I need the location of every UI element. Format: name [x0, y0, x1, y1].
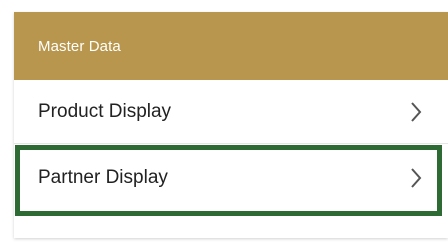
- panel-title: Master Data: [38, 37, 121, 55]
- list-item-partner-display[interactable]: Partner Display: [14, 146, 448, 210]
- chevron-right-icon: [411, 168, 422, 188]
- list-item-product-display[interactable]: Product Display: [14, 80, 448, 144]
- panel-header: Master Data: [14, 12, 448, 80]
- master-data-panel: Master Data Product Display Partner Disp…: [14, 12, 448, 238]
- product-display-label: Product Display: [38, 100, 172, 122]
- chevron-right-icon: [411, 101, 422, 122]
- partner-display-label: Partner Display: [38, 167, 168, 188]
- screen: Master Data Product Display Partner Disp…: [0, 0, 448, 250]
